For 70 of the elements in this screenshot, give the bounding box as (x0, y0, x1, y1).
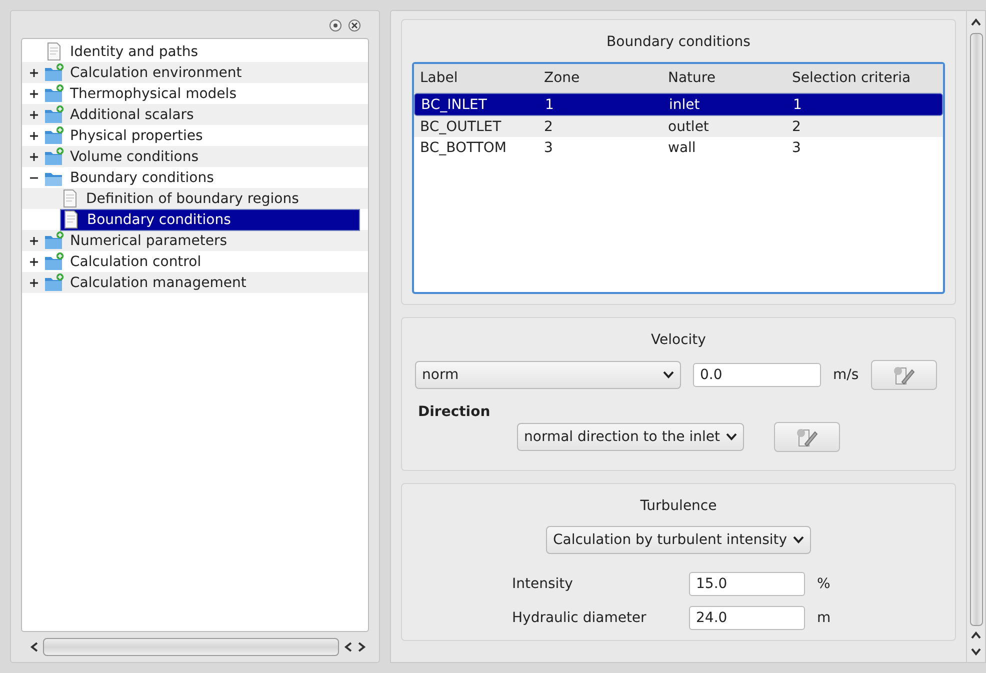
field-label: Intensity (512, 576, 574, 592)
folder-plus-icon (44, 63, 64, 82)
group-title: Velocity (650, 332, 707, 348)
table-row[interactable]: BC_OUTLET 2 outlet 2 (414, 116, 943, 137)
expand-icon[interactable] (28, 88, 40, 100)
folder-plus-icon (44, 231, 64, 250)
folder-plus-icon (44, 147, 64, 166)
column-header[interactable]: Nature (665, 70, 789, 86)
field-label: Hydraulic diameter (512, 610, 648, 626)
expand-icon[interactable] (28, 256, 40, 268)
folder-plus-icon (44, 84, 64, 103)
scrollbar-thumb[interactable] (43, 638, 339, 656)
pencil-page-icon (794, 426, 820, 448)
tree-item[interactable]: Thermophysical models (70, 84, 240, 104)
folder-plus-icon (44, 273, 64, 292)
group-title: Turbulence (639, 498, 718, 514)
caret-icon (793, 536, 804, 544)
section-label: Direction (418, 404, 492, 420)
folder-plus-icon (44, 126, 64, 145)
scrollbar-thumb[interactable] (970, 33, 982, 626)
unit-label: % (817, 576, 832, 592)
table-row[interactable]: BC_BOTTOM 3 wall 3 (414, 137, 943, 158)
expand-icon[interactable] (28, 234, 40, 246)
unit-label: m (817, 610, 832, 626)
column-header[interactable]: Zone (541, 70, 665, 86)
column-header[interactable]: Selection criteria (789, 70, 940, 86)
tree-item[interactable]: Physical properties (70, 126, 207, 146)
direction-dropdown[interactable]: normal direction to the inlet (517, 423, 744, 451)
table-cell-text: 1 (544, 96, 555, 112)
tree-item[interactable]: Identity and paths (70, 42, 202, 62)
table-cell-text: BC_INLET (420, 96, 488, 112)
table-row[interactable]: BC_INLET 1 inlet 1 (414, 93, 943, 116)
velocity-dropdown[interactable]: norm (415, 361, 681, 389)
scroll-left-icon[interactable] (343, 641, 353, 653)
scroll-right-icon[interactable] (357, 641, 367, 653)
table-cell-text: 3 (791, 140, 802, 156)
table-cell-text: 1 (792, 96, 803, 112)
scroll-left-icon[interactable] (29, 641, 39, 653)
edit-button[interactable] (774, 422, 840, 452)
tree-item[interactable]: Boundary conditions (70, 168, 218, 188)
input-field[interactable]: 0.0 (693, 363, 821, 387)
table-cell-text: outlet (667, 118, 710, 134)
expand-icon[interactable] (28, 276, 40, 288)
edit-button[interactable] (870, 360, 937, 390)
input-field[interactable]: 24.0 (689, 606, 805, 630)
table-cell-text: wall (667, 140, 697, 156)
expand-icon[interactable] (28, 150, 40, 162)
scroll-down-icon[interactable] (971, 646, 981, 658)
float-icon[interactable] (329, 19, 342, 32)
tree-item[interactable]: Calculation control (70, 252, 206, 272)
table-cell-text: BC_BOTTOM (419, 140, 508, 156)
folder-plus-icon (44, 252, 64, 271)
table-cell-text: inlet (668, 96, 701, 112)
table-cell-text: BC_OUTLET (419, 118, 502, 134)
input-field[interactable]: 15.0 (689, 572, 805, 596)
caret-icon (726, 433, 737, 441)
table-cell-text: 3 (543, 140, 554, 156)
table-cell-text: 2 (791, 118, 802, 134)
turbulence-dropdown[interactable]: Calculation by turbulent intensity (546, 526, 812, 554)
column-header[interactable]: Label (417, 70, 541, 86)
folder-plus-icon (44, 105, 64, 124)
expand-icon[interactable] (28, 108, 40, 120)
group-title: Boundary conditions (606, 34, 752, 50)
caret-icon (663, 371, 674, 379)
expand-icon[interactable] (28, 130, 40, 142)
close-icon[interactable] (348, 19, 361, 32)
unit-label: m/s (833, 367, 859, 383)
table-cell-text: 2 (543, 118, 554, 134)
expand-icon[interactable] (28, 66, 40, 78)
tree-item[interactable]: Boundary conditions (87, 210, 235, 230)
